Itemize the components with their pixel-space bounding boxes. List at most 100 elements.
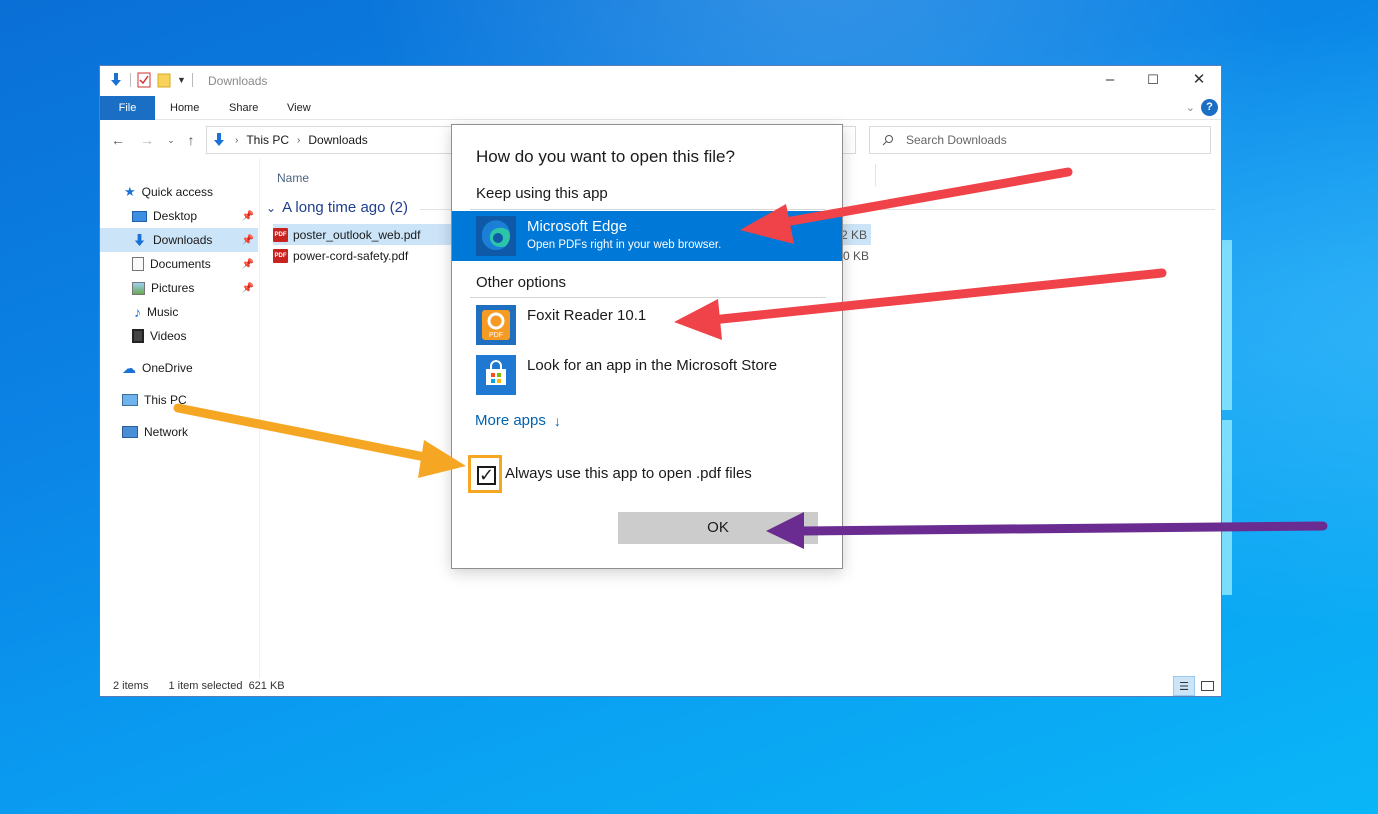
store-icon — [476, 355, 516, 395]
app-option-microsoft-store[interactable]: Look for an app in the Microsoft Store — [452, 350, 842, 400]
large-icons-view-icon — [1200, 681, 1214, 691]
keep-using-label: Keep using this app — [476, 185, 608, 202]
sidebar-item-pictures[interactable]: Pictures 📌 — [100, 276, 258, 300]
file-size: 2 KB — [840, 227, 867, 242]
cloud-icon: ☁ — [122, 359, 136, 376]
sidebar-item-onedrive[interactable]: ☁ OneDrive — [100, 356, 258, 380]
pin-icon[interactable]: 📌 — [242, 235, 254, 246]
foxit-icon: PDF — [476, 305, 516, 345]
sidebar-item-desktop[interactable]: Desktop 📌 — [100, 204, 258, 228]
desktop-icon — [132, 210, 147, 222]
forward-icon[interactable]: → — [138, 131, 156, 149]
help-icon[interactable]: ? — [1201, 99, 1218, 116]
divider — [470, 209, 826, 210]
status-bar: 2 items 1 item selected 621 KB — [113, 680, 285, 692]
app-name: Microsoft Edge — [527, 218, 628, 235]
pin-icon[interactable]: 📌 — [242, 283, 254, 294]
file-group-header[interactable]: ⌄ A long time ago (2) — [266, 199, 408, 216]
windows-logo-glow — [1222, 240, 1232, 595]
large-icons-view-button[interactable] — [1196, 676, 1218, 696]
sidebar-item-label: Videos — [150, 329, 187, 343]
search-input[interactable]: Search Downloads — [869, 126, 1211, 154]
pin-icon[interactable]: 📌 — [242, 211, 254, 222]
star-icon: ★ — [124, 184, 136, 199]
tab-view[interactable]: View — [287, 96, 311, 120]
videos-icon — [132, 329, 144, 343]
ribbon-tabs: File Home Share View ⌄ ? — [100, 96, 1221, 120]
other-options-label: Other options — [476, 274, 567, 291]
ok-button[interactable]: OK — [618, 512, 818, 544]
sidebar-item-label: Music — [147, 305, 179, 319]
sidebar-item-documents[interactable]: Documents 📌 — [100, 252, 258, 276]
download-arrow-icon — [214, 133, 224, 146]
pdf-file-icon: PDF — [273, 227, 288, 242]
close-icon[interactable]: ✕ — [1189, 71, 1209, 89]
divider — [470, 297, 826, 298]
music-icon: ♪ — [134, 304, 141, 320]
new-folder-icon[interactable] — [157, 72, 171, 88]
app-name: Foxit Reader 10.1 — [527, 307, 647, 324]
customize-toolbar-icon[interactable]: ▼ — [177, 75, 186, 85]
dialog-title: How do you want to open this file? — [476, 147, 735, 166]
item-count: 2 items — [113, 680, 149, 692]
sidebar-item-network[interactable]: Network — [100, 420, 258, 444]
highlight-box: ✓ — [468, 455, 502, 493]
sidebar-item-label: Desktop — [153, 209, 198, 223]
pdf-file-icon: PDF — [273, 248, 288, 263]
sidebar-item-label: Downloads — [153, 233, 213, 247]
minimize-icon[interactable]: – — [1100, 71, 1120, 89]
search-icon — [882, 135, 893, 146]
sidebar-item-videos[interactable]: Videos — [100, 324, 258, 348]
sidebar-item-music[interactable]: ♪ Music — [100, 300, 258, 324]
arrow-down-icon: ↓ — [553, 412, 561, 429]
pane-divider[interactable] — [259, 158, 260, 678]
network-icon — [122, 426, 138, 438]
documents-icon — [132, 257, 144, 271]
selection-info: 1 item selected 621 KB — [168, 680, 285, 692]
breadcrumb-downloads[interactable]: Downloads — [308, 133, 367, 147]
properties-icon[interactable] — [137, 72, 151, 88]
toolbar-divider — [191, 73, 193, 87]
tab-file[interactable]: File — [100, 96, 155, 120]
expand-ribbon-icon[interactable]: ⌄ — [1186, 101, 1195, 114]
tab-share[interactable]: Share — [229, 96, 258, 120]
pictures-icon — [132, 281, 145, 295]
more-apps-link[interactable]: More apps ↓ — [475, 412, 561, 429]
sidebar-item-label: Quick access — [141, 185, 214, 199]
maximize-icon[interactable]: ☐ — [1143, 71, 1163, 89]
column-divider[interactable] — [875, 164, 876, 186]
app-name: Look for an app in the Microsoft Store — [527, 357, 778, 374]
chevron-down-icon: ⌄ — [266, 200, 277, 215]
up-icon[interactable]: ↑ — [182, 131, 200, 149]
sidebar-item-label: Documents — [150, 257, 211, 271]
pin-icon[interactable]: 📌 — [242, 259, 254, 270]
details-view-icon: ☰ — [1179, 680, 1189, 693]
sidebar-item-label: This PC — [144, 393, 187, 407]
always-use-checkbox[interactable]: ✓ — [477, 466, 496, 485]
sidebar-item-label: Pictures — [151, 281, 195, 295]
navigation-pane: ★ Quick access Desktop 📌 Downloads 📌 Doc… — [100, 176, 260, 676]
file-size: 0 KB — [842, 248, 869, 263]
sidebar-item-quick-access[interactable]: ★ Quick access — [100, 180, 258, 204]
breadcrumb-separator-icon: › — [235, 134, 239, 146]
file-name: power-cord-safety.pdf — [293, 248, 409, 263]
app-option-foxit-reader[interactable]: PDF Foxit Reader 10.1 — [452, 300, 842, 350]
column-header-name[interactable]: Name — [277, 171, 309, 185]
open-with-dialog: How do you want to open this file? Keep … — [451, 124, 843, 569]
back-icon[interactable]: ← — [109, 131, 127, 149]
download-arrow-icon — [111, 73, 121, 86]
details-view-button[interactable]: ☰ — [1173, 676, 1195, 696]
edge-icon — [476, 216, 516, 256]
window-title: Downloads — [208, 74, 268, 88]
always-use-label[interactable]: Always use this app to open .pdf files — [505, 465, 752, 482]
app-option-microsoft-edge[interactable]: Microsoft Edge Open PDFs right in your w… — [452, 211, 842, 261]
download-arrow-icon — [134, 233, 145, 246]
quick-access-toolbar: ▼ — [108, 72, 193, 88]
sidebar-item-this-pc[interactable]: This PC — [100, 388, 258, 412]
app-description: Open PDFs right in your web browser. — [527, 239, 722, 251]
sidebar-item-downloads[interactable]: Downloads 📌 — [100, 228, 258, 252]
breadcrumb-this-pc[interactable]: This PC — [246, 133, 289, 147]
recent-locations-icon[interactable]: ⌄ — [162, 131, 180, 149]
tab-home[interactable]: Home — [170, 96, 199, 120]
svg-text:PDF: PDF — [489, 332, 503, 339]
